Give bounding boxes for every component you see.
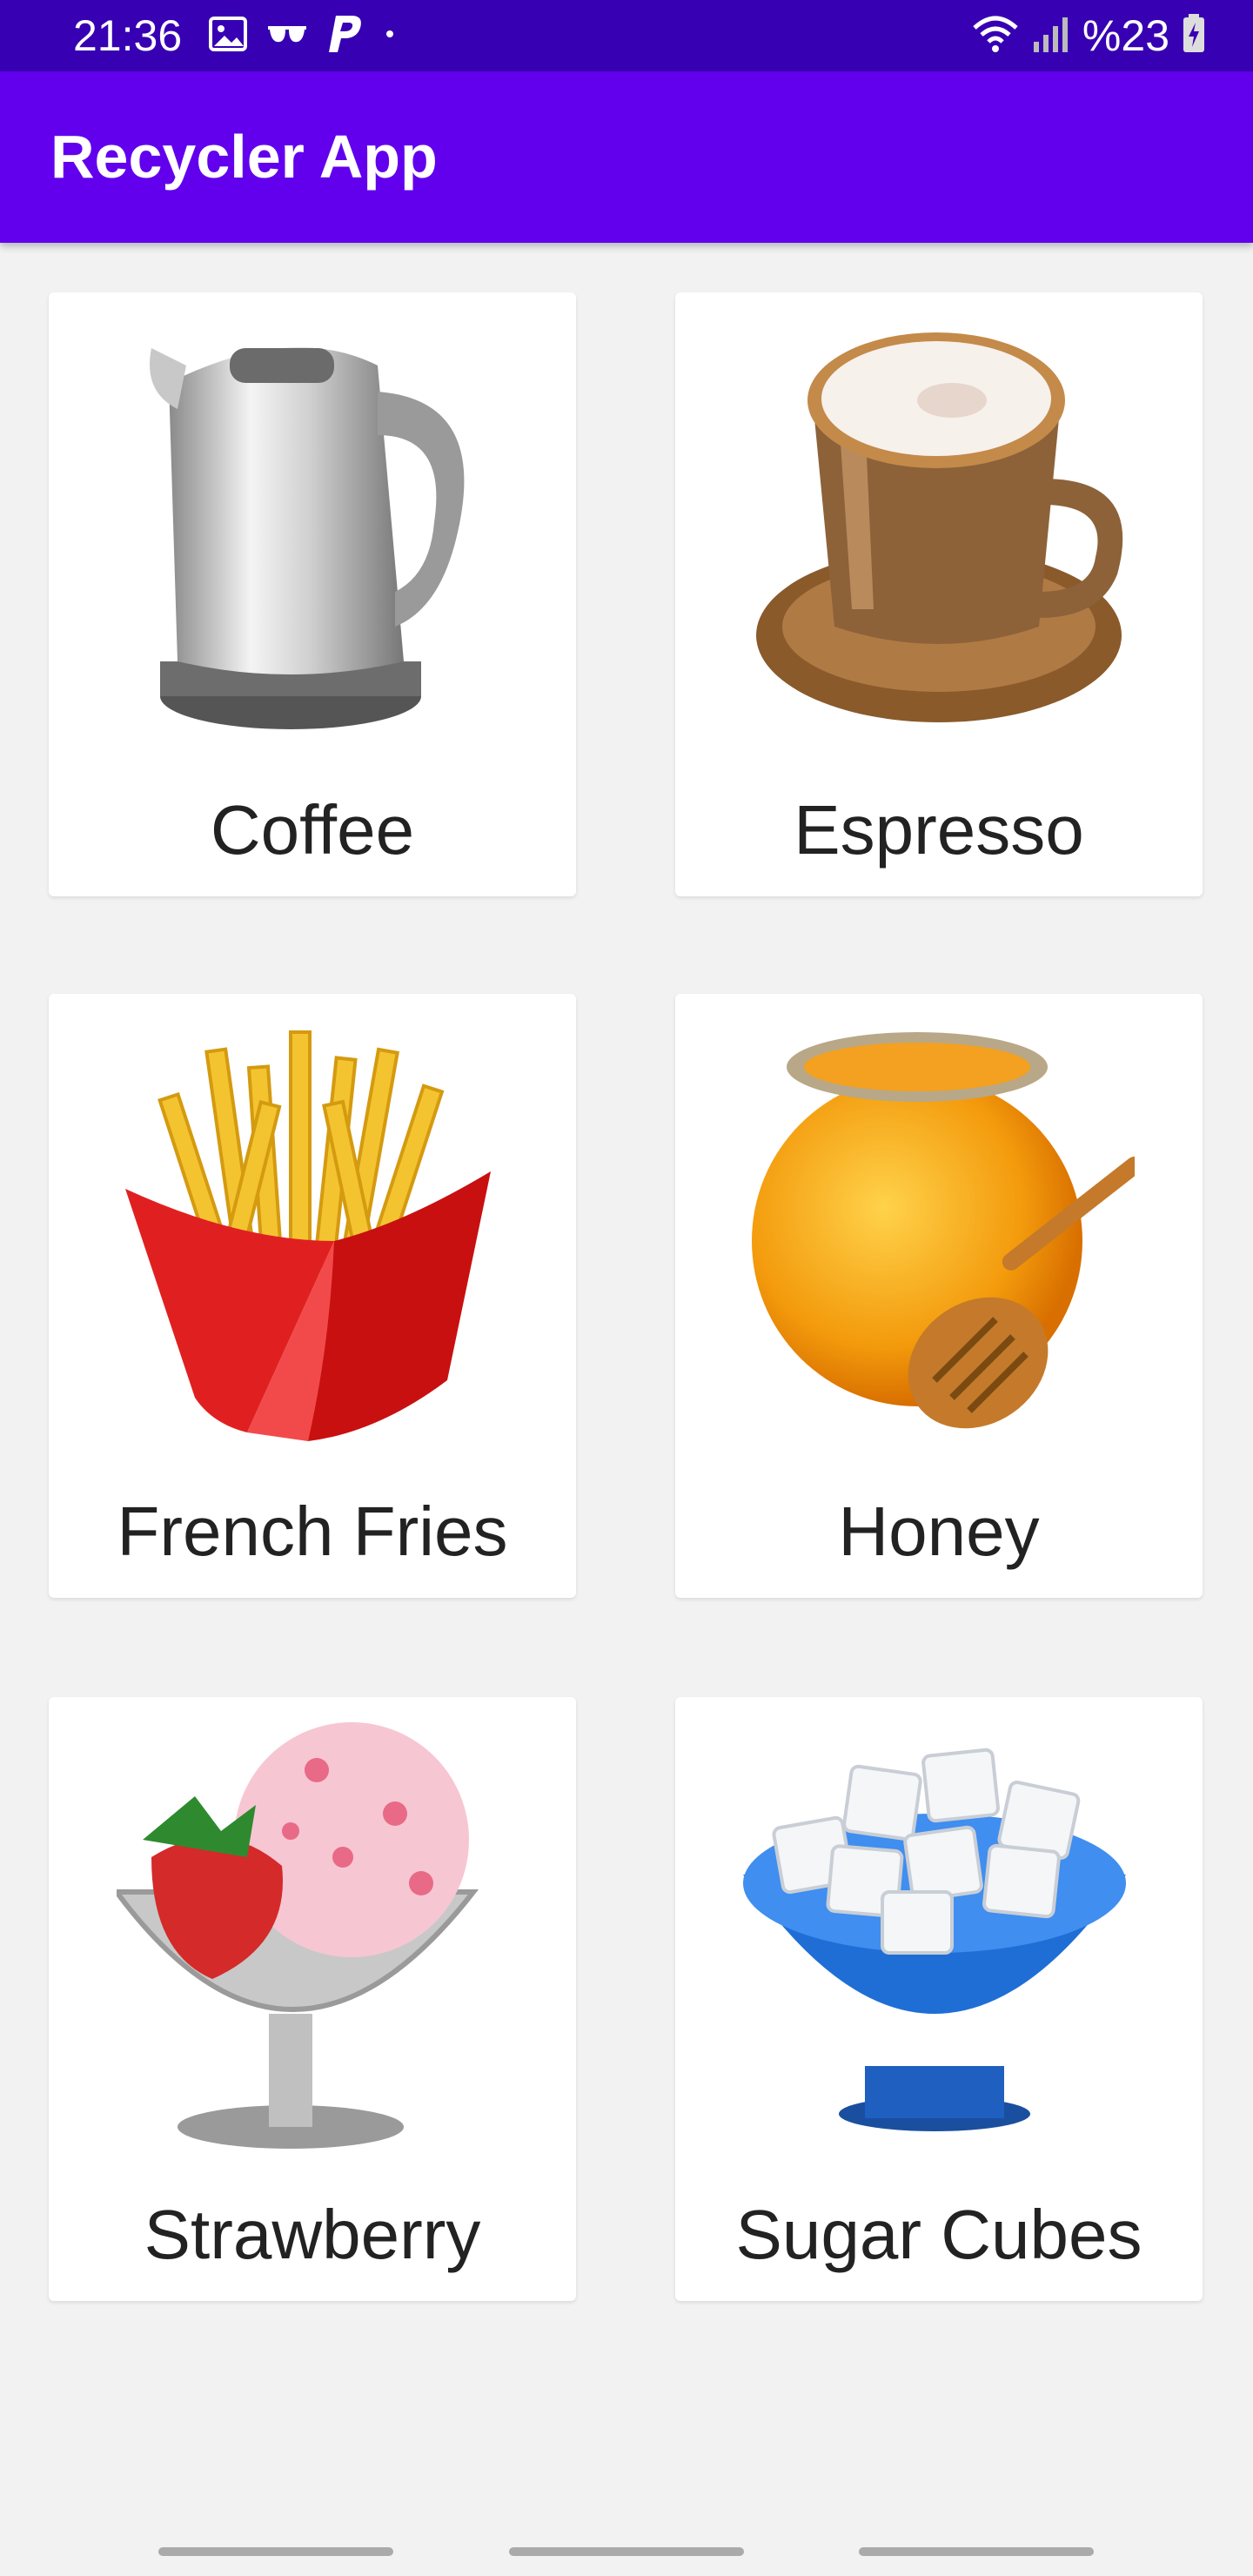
item-label: Honey xyxy=(838,1493,1040,1570)
nav-bar-handle-center[interactable] xyxy=(509,2547,744,2556)
status-bar: 21:36 %23 xyxy=(0,0,1253,71)
sugar-bowl-icon xyxy=(743,1748,1126,2131)
status-time: 21:36 xyxy=(73,11,183,60)
grid-item-coffee[interactable]: Coffee xyxy=(49,292,576,896)
grid-item-strawberry[interactable]: Strawberry xyxy=(49,1697,576,2301)
nav-bar-handle-right[interactable] xyxy=(859,2547,1094,2556)
paypal-icon xyxy=(327,14,365,58)
grid-item-french-fries[interactable]: French Fries xyxy=(49,994,576,1598)
battery-icon xyxy=(1182,13,1206,58)
item-label: Sugar Cubes xyxy=(735,2196,1142,2273)
app-bar: Recycler App xyxy=(0,71,1253,243)
item-label: Coffee xyxy=(210,791,415,869)
item-label: Espresso xyxy=(794,791,1084,869)
strawberry-ice-cream-icon xyxy=(117,1722,479,2149)
status-right: %23 xyxy=(971,9,1206,63)
grid-item-espresso[interactable]: Espresso xyxy=(675,292,1203,896)
nav-bar-handle-left[interactable] xyxy=(158,2547,393,2556)
kettle-icon xyxy=(150,347,465,729)
item-label: Strawberry xyxy=(144,2196,481,2273)
gallery-icon xyxy=(209,16,247,56)
battery-percent: %23 xyxy=(1082,11,1169,60)
dot-icon xyxy=(385,28,395,44)
honey-pot-icon xyxy=(752,1032,1135,1429)
french-fries-icon xyxy=(125,1030,491,1441)
app-title: Recycler App xyxy=(50,123,438,191)
espresso-cup-icon xyxy=(756,332,1123,722)
status-left-icons xyxy=(209,14,395,58)
item-label: French Fries xyxy=(117,1493,508,1570)
wifi-icon xyxy=(971,14,1020,58)
signal-icon xyxy=(1032,14,1070,58)
grid-item-honey[interactable]: Honey xyxy=(675,994,1203,1598)
grid-item-sugar-cubes[interactable]: Sugar Cubes xyxy=(675,1697,1203,2301)
sunglasses-icon xyxy=(266,21,308,51)
